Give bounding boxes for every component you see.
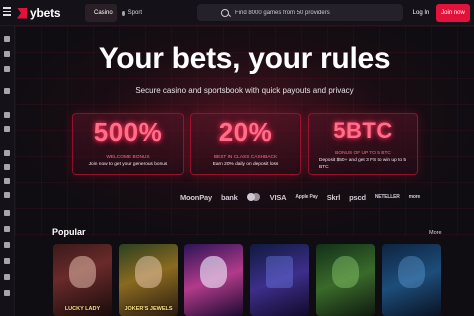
mastercard-icon (246, 193, 261, 201)
game-art (398, 256, 425, 288)
promo-description: Deposit $50+ and get 3 FS to win up to 5… (319, 158, 407, 170)
game-card[interactable]: LUCKY LADY (53, 244, 112, 316)
tab-casino[interactable]: Casino (85, 4, 117, 22)
live-icon[interactable] (4, 178, 10, 184)
bank-logo: bank (220, 192, 238, 202)
lightning-icon[interactable] (4, 210, 10, 216)
join-button[interactable]: Join now (436, 4, 470, 22)
chat-icon[interactable] (4, 274, 10, 280)
game-card[interactable] (184, 244, 243, 316)
payment-methods: MoonPay bank VISA Apple Pay Skrl pscd NE… (180, 191, 420, 203)
globe-icon[interactable] (4, 290, 10, 296)
list-icon[interactable] (4, 126, 10, 132)
tab-sport[interactable]: Sport (116, 4, 148, 22)
game-art (200, 256, 227, 288)
promo-value: 20% (218, 117, 273, 147)
grid-icon[interactable] (4, 112, 10, 118)
tab-casino-label: Casino (94, 10, 113, 16)
search-input[interactable] (235, 9, 385, 16)
menu-icon[interactable] (3, 7, 11, 17)
search-bar[interactable] (197, 4, 403, 21)
skrill-logo: Skrl (326, 192, 341, 202)
trophy-icon[interactable] (4, 242, 10, 248)
neteller-logo: NETELLER (374, 194, 400, 200)
game-title: LUCKY LADY (64, 306, 101, 312)
slots-icon[interactable] (4, 150, 10, 156)
game-card[interactable] (382, 244, 441, 316)
brand-name: ybets (30, 6, 61, 20)
applepay-logo: Apple Pay (295, 194, 318, 200)
game-title: JOKER'S JEWELS (124, 306, 173, 312)
game-art (266, 256, 293, 288)
game-card[interactable] (250, 244, 309, 316)
game-card[interactable]: JOKER'S JEWELS (119, 244, 178, 316)
login-button[interactable]: Log In (409, 5, 433, 21)
logo-mark-icon (17, 7, 27, 19)
home-icon[interactable] (4, 36, 10, 42)
popular-section-title: Popular (52, 227, 86, 237)
gift-icon[interactable] (4, 258, 10, 264)
game-art (332, 256, 359, 288)
promo-value: 5BTC (333, 118, 393, 143)
sport-icon (122, 10, 125, 16)
promo-card-cashback[interactable]: 20% BEST IN CLASS CASHBACK Earn 20% dail… (190, 113, 301, 175)
more-payments-icon: more (408, 194, 421, 200)
more-link[interactable]: More (429, 230, 442, 236)
cards-icon[interactable] (4, 192, 10, 198)
promo-title: BONUS OF UP TO 5 BTC (335, 151, 391, 156)
new-icon[interactable] (4, 66, 10, 72)
paysafecard-logo: pscd (349, 192, 366, 202)
promo-value: 500% (93, 117, 163, 147)
search-icon (221, 8, 229, 17)
game-art (69, 256, 96, 288)
promo-card-welcome[interactable]: 500% WELCOME BONUS Join now to get your … (72, 113, 184, 175)
promo-title: BEST IN CLASS CASHBACK (213, 155, 278, 160)
logo[interactable]: ybets (17, 6, 61, 20)
hero-subtitle: Secure casino and sportsbook with quick … (135, 86, 354, 95)
hero-title: Your bets, your rules (98, 42, 391, 75)
tab-sport-label: Sport (127, 10, 142, 16)
moonpay-logo: MoonPay (180, 192, 212, 202)
sidebar (0, 26, 15, 316)
diamond-icon[interactable] (4, 226, 10, 232)
promo-title: WELCOME BONUS (106, 155, 150, 160)
history-icon[interactable] (4, 88, 10, 94)
promo-description: Join now to get your generous bonus (88, 162, 168, 167)
game-card[interactable] (316, 244, 375, 316)
game-art (135, 256, 162, 288)
cherry-icon[interactable] (4, 164, 10, 170)
visa-logo: VISA (269, 192, 287, 202)
hero-banner: Your bets, your rules Secure casino and … (15, 26, 474, 236)
star-icon[interactable] (4, 51, 10, 57)
top-bar: ybets Casino Sport Log In Join now (0, 0, 474, 26)
promo-description: Earn 20% daily on deposit loss (212, 162, 279, 167)
promo-card-btc[interactable]: 5BTC BONUS OF UP TO 5 BTC Deposit $50+ a… (308, 113, 418, 175)
